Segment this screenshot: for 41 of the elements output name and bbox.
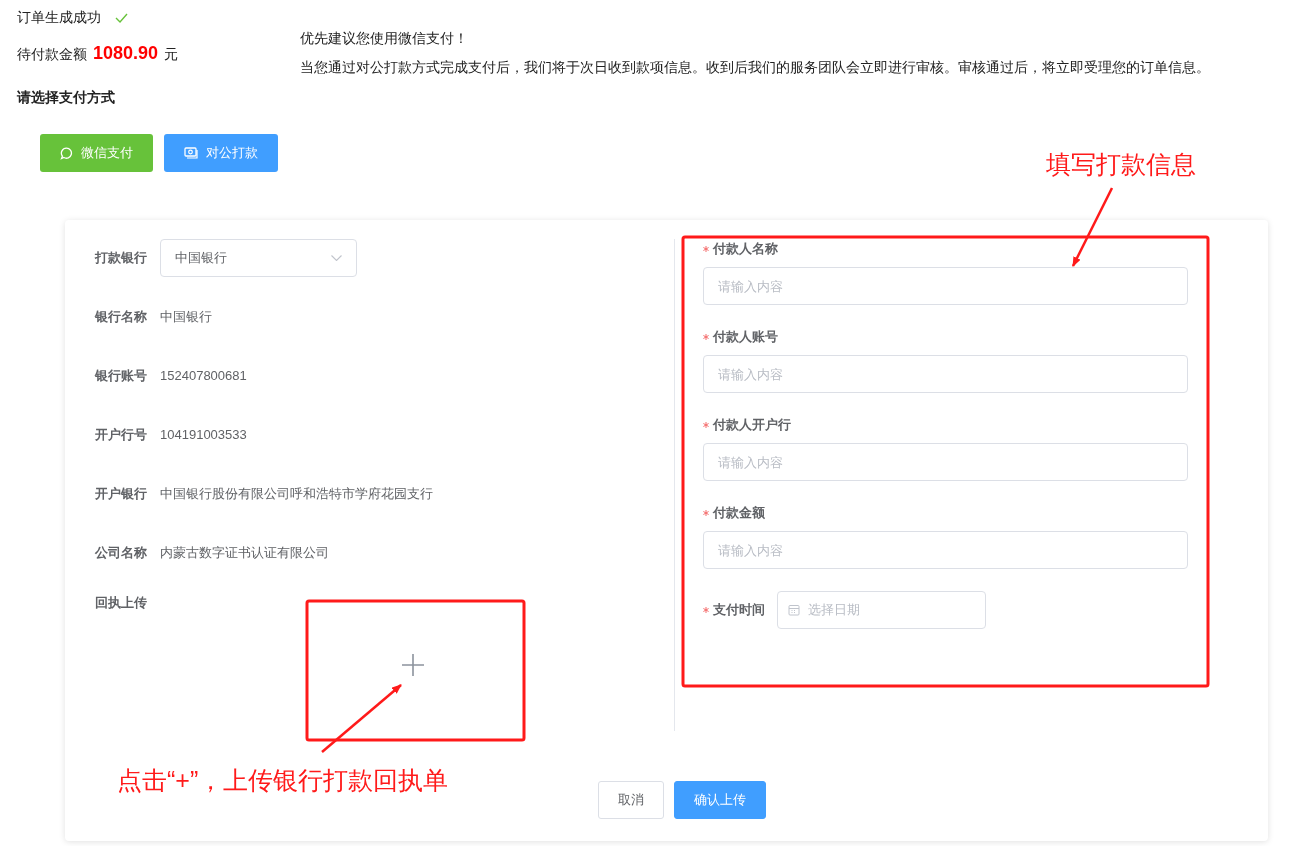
field-label: 付款人开户行 bbox=[713, 416, 791, 435]
amount-value: 1080.90 bbox=[93, 42, 159, 65]
field-label: 开户银行 bbox=[95, 485, 148, 504]
field-value: 内蒙古数字证书认证有限公司 bbox=[160, 544, 329, 563]
field-label: 回执上传 bbox=[95, 594, 148, 612]
text-input-field[interactable]: 请输入内容 bbox=[703, 443, 1188, 481]
field-label: 付款人名称 bbox=[713, 240, 778, 259]
chevron-down-icon bbox=[331, 255, 342, 261]
success-message: 订单生成成功 bbox=[17, 7, 101, 27]
money-icon bbox=[184, 147, 198, 159]
notice-text: 当您通过对公打款方式完成支付后，我们将于次日收到款项信息。收到后我们的服务团队会立即进行审核。审核通过后，将立即受理您的订单信息。 bbox=[300, 59, 1211, 76]
cancel-button[interactable]: 取消 bbox=[597, 781, 664, 819]
wechat-pay-button[interactable]: 微信支付 bbox=[40, 134, 153, 172]
payment-method-prompt: 请选择支付方式 bbox=[17, 88, 116, 107]
field-label: 付款金额 bbox=[713, 504, 765, 523]
field-value: 中国银行股份有限公司呼和浩特市学府花园支行 bbox=[160, 485, 433, 504]
field-label: 公司名称 bbox=[95, 544, 148, 563]
field-value: 中国银行 bbox=[160, 308, 212, 327]
chat-bubble-icon bbox=[60, 146, 73, 160]
field-label: 支付时间 bbox=[713, 601, 765, 620]
plus-icon bbox=[402, 654, 424, 676]
calendar-icon bbox=[788, 604, 800, 616]
text-input-field[interactable]: 请输入内容 bbox=[703, 355, 1188, 393]
annotation-text: 填写打款信息 bbox=[1046, 152, 1196, 177]
field-label: 打款银行 bbox=[95, 249, 148, 268]
field-label: 开户行号 bbox=[95, 426, 148, 445]
field-label: 付款人账号 bbox=[713, 328, 778, 347]
confirm-upload-button[interactable]: 确认上传 bbox=[673, 781, 766, 819]
bank-select[interactable]: 中国银行 bbox=[160, 239, 357, 277]
field-value: 104191003533 bbox=[160, 426, 247, 445]
text-input-field[interactable]: 请输入内容 bbox=[703, 267, 1188, 305]
field-value: 152407800681 bbox=[160, 367, 247, 386]
annotation-text: 点击“+”，上传银行打款回执单 bbox=[117, 768, 449, 793]
currency-unit: 元 bbox=[164, 45, 179, 64]
notice-text: 优先建议您使用微信支付！ bbox=[300, 30, 469, 47]
field-label: 银行名称 bbox=[95, 308, 148, 327]
amount-label: 待付款金额 bbox=[17, 45, 87, 64]
field-label: 银行账号 bbox=[95, 367, 148, 386]
date-picker-field[interactable]: 选择日期 bbox=[777, 591, 986, 629]
text-input-field[interactable]: 请输入内容 bbox=[703, 531, 1188, 569]
bank-transfer-button[interactable]: 对公打款 bbox=[164, 134, 278, 172]
